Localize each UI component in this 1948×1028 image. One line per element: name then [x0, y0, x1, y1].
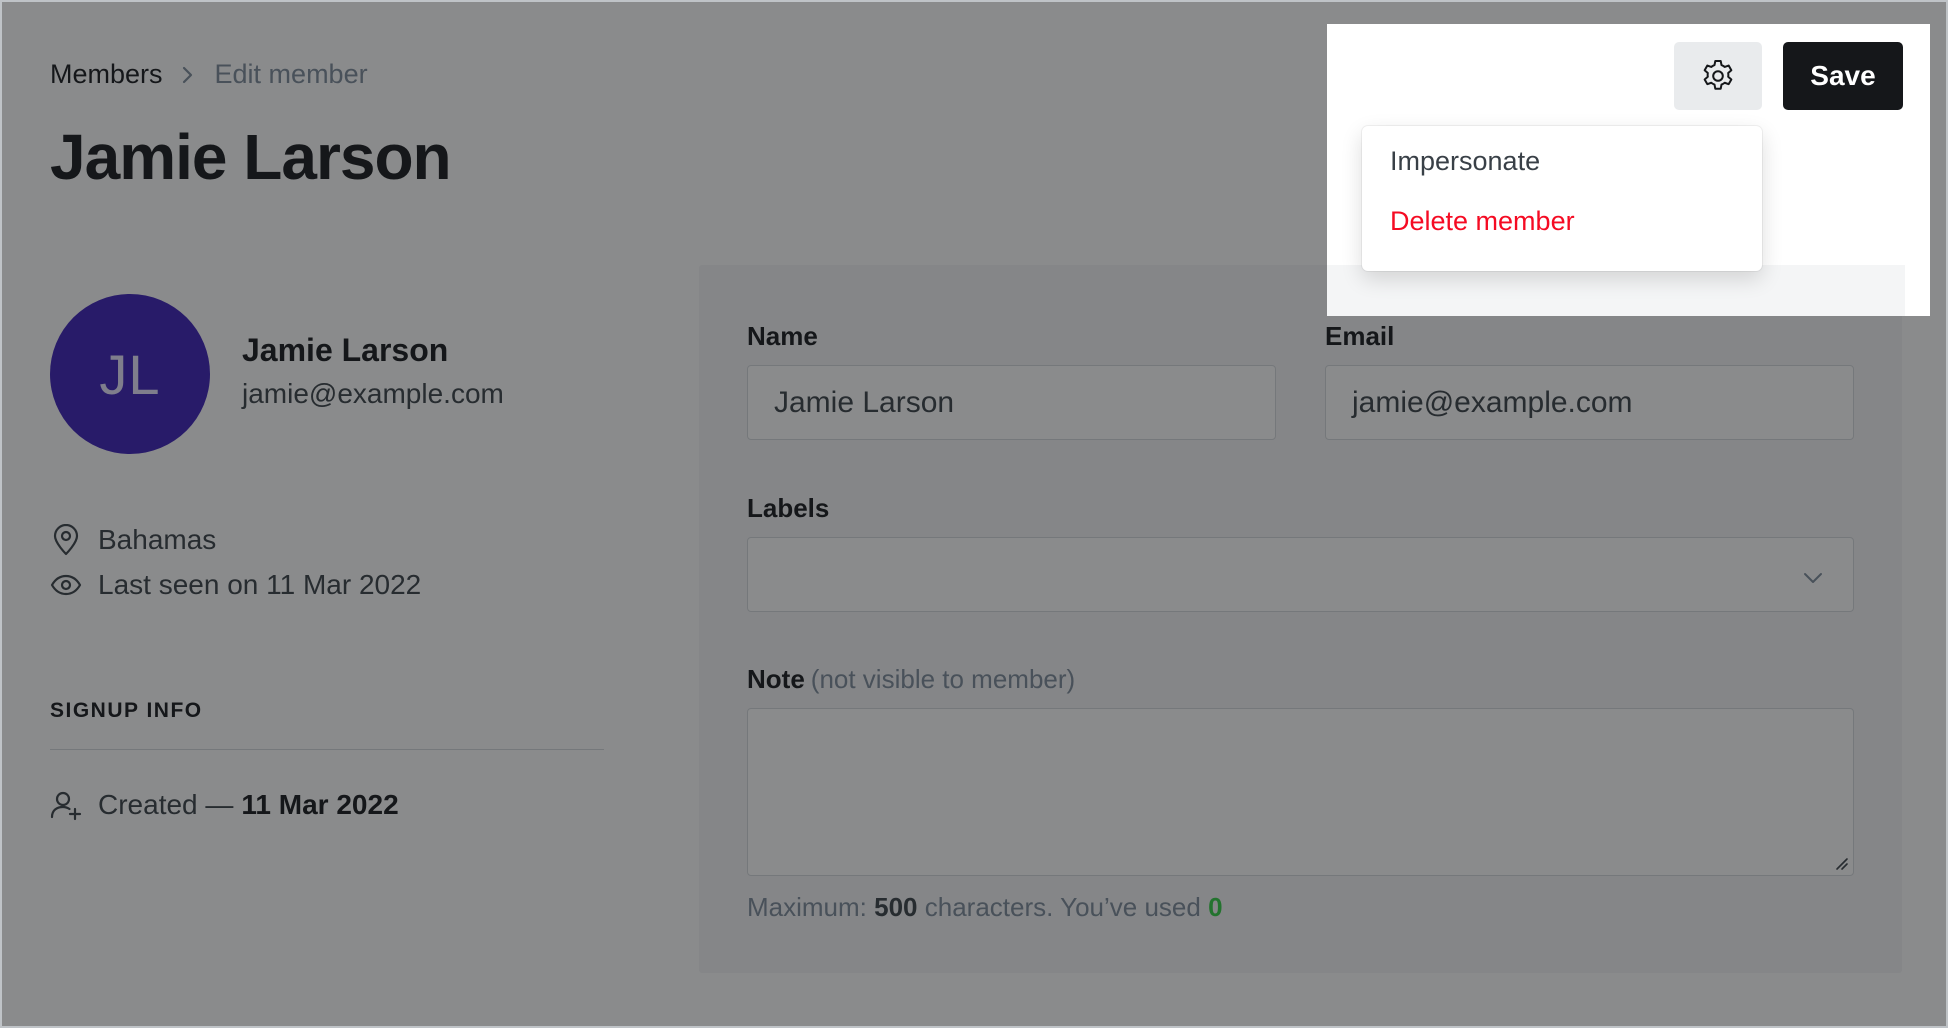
gear-icon: [1700, 58, 1736, 94]
menu-item-impersonate[interactable]: Impersonate: [1390, 146, 1540, 177]
menu-item-delete-member[interactable]: Delete member: [1390, 206, 1575, 237]
settings-button[interactable]: [1674, 42, 1762, 110]
save-button[interactable]: Save: [1783, 42, 1903, 110]
form-panel-edge: [1327, 265, 1905, 316]
toolbar-spotlight: Save Impersonate Delete member: [1327, 24, 1930, 316]
app-window: Members Edit member Jamie Larson JL Jami…: [0, 0, 1948, 1028]
settings-dropdown-menu: Impersonate Delete member: [1362, 126, 1762, 271]
